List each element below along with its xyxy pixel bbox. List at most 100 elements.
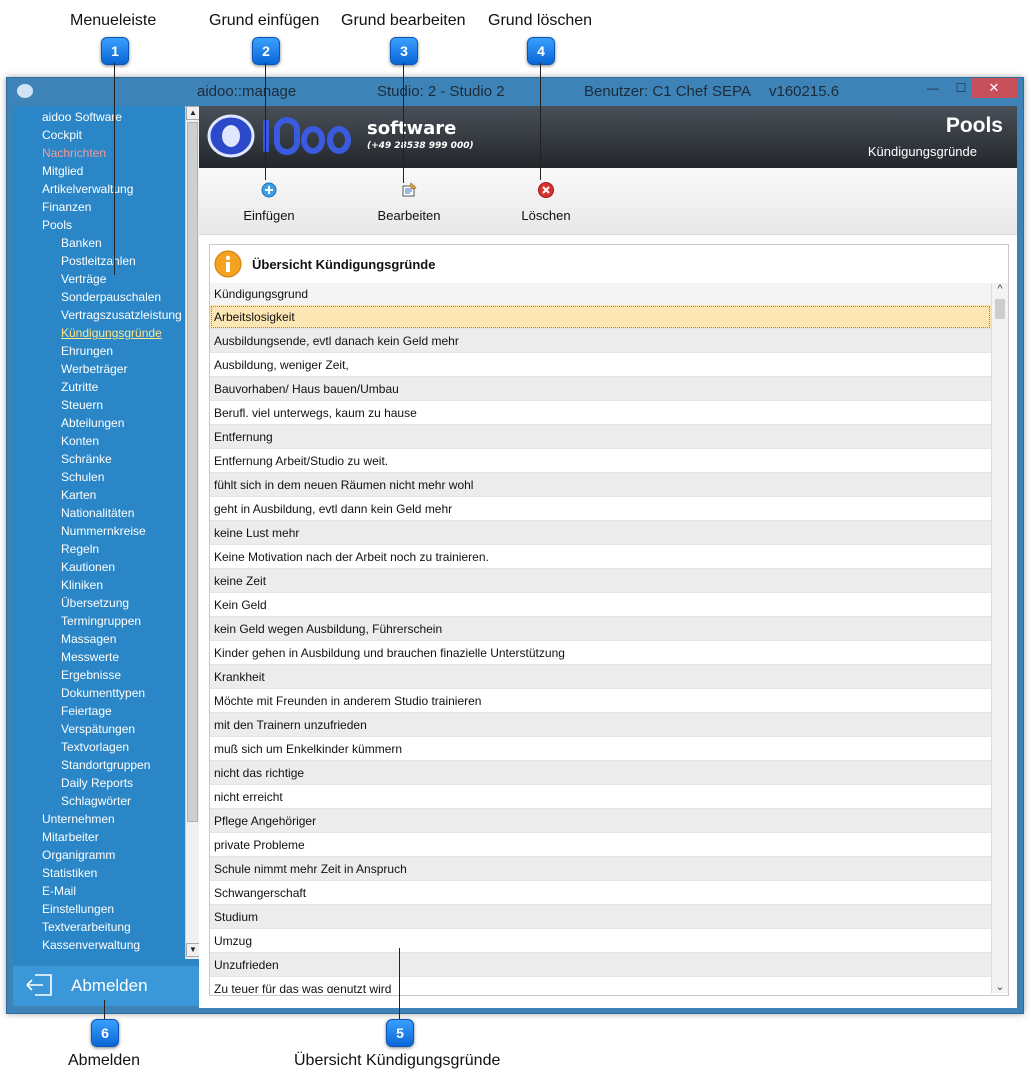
table-row[interactable]: nicht das richtige (210, 761, 991, 785)
sidebar-item[interactable]: Textverarbeitung (42, 920, 131, 934)
list-scroll-thumb[interactable] (995, 299, 1005, 319)
sidebar-item[interactable]: Kautionen (61, 560, 115, 574)
sidebar-item[interactable]: Regeln (61, 542, 99, 556)
table-row[interactable]: mit den Trainern unzufrieden (210, 713, 991, 737)
sidebar-item[interactable]: Zutritte (61, 380, 98, 394)
table-row[interactable]: Kein Geld (210, 593, 991, 617)
table-row[interactable]: Arbeitslosigkeit (210, 305, 991, 329)
sidebar-item[interactable]: Schränke (61, 452, 112, 466)
sidebar-item[interactable]: Kündigungsgründe (61, 326, 162, 340)
list-scroll-up-icon[interactable]: ^ (992, 283, 1008, 295)
table-row[interactable]: muß sich um Enkelkinder kümmern (210, 737, 991, 761)
edit-button[interactable]: Bearbeiten (359, 168, 459, 234)
sidebar-item[interactable]: Banken (61, 236, 102, 250)
table-row[interactable]: Pflege Angehöriger (210, 809, 991, 833)
table-row[interactable]: fühlt sich in dem neuen Räumen nicht meh… (210, 473, 991, 497)
sidebar-item[interactable]: Postleitzahlen (61, 254, 136, 268)
sidebar-item[interactable]: Einstellungen (42, 902, 114, 916)
sidebar-item[interactable]: Pools (42, 218, 72, 232)
insert-button[interactable]: Einfügen (219, 168, 319, 234)
sidebar-item[interactable]: Organigramm (42, 848, 115, 862)
sidebar-item[interactable]: Ergebnisse (61, 668, 121, 682)
logout-button[interactable]: Abmelden (13, 966, 199, 1006)
panel-header: Übersicht Kündigungsgründe (210, 245, 1008, 284)
table-row[interactable]: Krankheit (210, 665, 991, 689)
sidebar-item[interactable]: Steuern (61, 398, 103, 412)
row-text: geht in Ausbildung, evtl dann kein Geld … (214, 502, 453, 516)
main-area: software (+49 28538 999 000) Pools Kündi… (199, 106, 1017, 1008)
sidebar-scroll-thumb[interactable] (187, 122, 198, 822)
table-row[interactable]: keine Lust mehr (210, 521, 991, 545)
table-row[interactable]: keine Zeit (210, 569, 991, 593)
sidebar-item[interactable]: Nachrichten (42, 146, 106, 160)
table-row[interactable]: Entfernung Arbeit/Studio zu weit. (210, 449, 991, 473)
table-row[interactable]: nicht erreicht (210, 785, 991, 809)
sidebar-item[interactable]: Dokumenttypen (61, 686, 145, 700)
insert-label: Einfügen (243, 208, 295, 223)
table-row[interactable]: Berufl. viel unterwegs, kaum zu hause (210, 401, 991, 425)
sidebar-item[interactable]: Messwerte (61, 650, 119, 664)
sidebar-item[interactable]: Mitglied (42, 164, 83, 178)
sidebar-item[interactable]: Kassenverwaltung (42, 938, 140, 952)
sidebar-item[interactable]: Verträge (61, 272, 106, 286)
row-text: keine Lust mehr (214, 526, 300, 540)
sidebar-item[interactable]: Finanzen (42, 200, 91, 214)
sidebar-item[interactable]: Statistiken (42, 866, 97, 880)
column-header[interactable]: Kündigungsgrund (210, 283, 992, 306)
sidebar-item[interactable]: Massagen (61, 632, 116, 646)
table-row[interactable]: Umzug (210, 929, 991, 953)
table-row[interactable]: Entfernung (210, 425, 991, 449)
callout-label-menueleiste: Menueleiste (70, 12, 157, 29)
sidebar-item[interactable]: aidoo Software (42, 110, 122, 124)
table-row[interactable]: Möchte mit Freunden in anderem Studio tr… (210, 689, 991, 713)
sidebar-item[interactable]: Ehrungen (61, 344, 113, 358)
table-row[interactable]: Zu teuer für das was genutzt wird (210, 977, 991, 993)
sidebar-item[interactable]: Cockpit (42, 128, 82, 142)
close-button[interactable]: ✕ (971, 78, 1017, 98)
sidebar-item[interactable]: Abteilungen (61, 416, 124, 430)
sidebar-scrollbar[interactable]: ▲ ▼ (185, 106, 199, 959)
sidebar-item[interactable]: Unternehmen (42, 812, 115, 826)
sidebar-item[interactable]: Schulen (61, 470, 104, 484)
table-row[interactable]: Schule nimmt mehr Zeit in Anspruch (210, 857, 991, 881)
table-row[interactable]: Ausbildung, weniger Zeit, (210, 353, 991, 377)
minimize-button[interactable]: — (920, 78, 946, 98)
sidebar-item[interactable]: Nummernkreise (61, 524, 146, 538)
sidebar-item[interactable]: Sonderpauschalen (61, 290, 161, 304)
scroll-up-icon[interactable]: ▲ (186, 106, 199, 120)
delete-button[interactable]: Löschen (496, 168, 596, 234)
sidebar-item[interactable]: Nationalitäten (61, 506, 134, 520)
reasons-panel: Übersicht Kündigungsgründe Kündigungsgru… (209, 244, 1009, 996)
table-row[interactable]: Ausbildungsende, evtl danach kein Geld m… (210, 329, 991, 353)
sidebar-item[interactable]: Konten (61, 434, 99, 448)
table-row[interactable]: Kinder gehen in Ausbildung und brauchen … (210, 641, 991, 665)
sidebar-item[interactable]: Daily Reports (61, 776, 133, 790)
sidebar-item[interactable]: Textvorlagen (61, 740, 129, 754)
info-icon (214, 250, 242, 278)
sidebar-item[interactable]: Werbeträger (61, 362, 127, 376)
table-row[interactable]: kein Geld wegen Ausbildung, Führerschein (210, 617, 991, 641)
sidebar-item[interactable]: Termingruppen (61, 614, 141, 628)
sidebar-item[interactable]: Artikelverwaltung (42, 182, 133, 196)
table-row[interactable]: Studium (210, 905, 991, 929)
table-row[interactable]: Bauvorhaben/ Haus bauen/Umbau (210, 377, 991, 401)
callout-line-5 (399, 948, 400, 1019)
table-row[interactable]: private Probleme (210, 833, 991, 857)
sidebar-item[interactable]: Mitarbeiter (42, 830, 99, 844)
table-row[interactable]: Schwangerschaft (210, 881, 991, 905)
table-row[interactable]: geht in Ausbildung, evtl dann kein Geld … (210, 497, 991, 521)
list-scroll-down-icon[interactable]: ⌄ (992, 980, 1008, 993)
list-scrollbar[interactable]: ^ ⌄ (991, 283, 1008, 993)
sidebar-item[interactable]: E-Mail (42, 884, 76, 898)
table-row[interactable]: Unzufrieden (210, 953, 991, 977)
sidebar-item[interactable]: Übersetzung (61, 596, 129, 610)
sidebar-item[interactable]: Karten (61, 488, 96, 502)
scroll-down-icon[interactable]: ▼ (186, 943, 199, 957)
sidebar-item[interactable]: Schlagwörter (61, 794, 131, 808)
sidebar-item[interactable]: Standortgruppen (61, 758, 150, 772)
sidebar-item[interactable]: Feiertage (61, 704, 112, 718)
table-row[interactable]: Keine Motivation nach der Arbeit noch zu… (210, 545, 991, 569)
sidebar-item[interactable]: Vertragszusatzleistung (61, 308, 182, 322)
sidebar-item[interactable]: Verspätungen (61, 722, 135, 736)
sidebar-item[interactable]: Kliniken (61, 578, 103, 592)
